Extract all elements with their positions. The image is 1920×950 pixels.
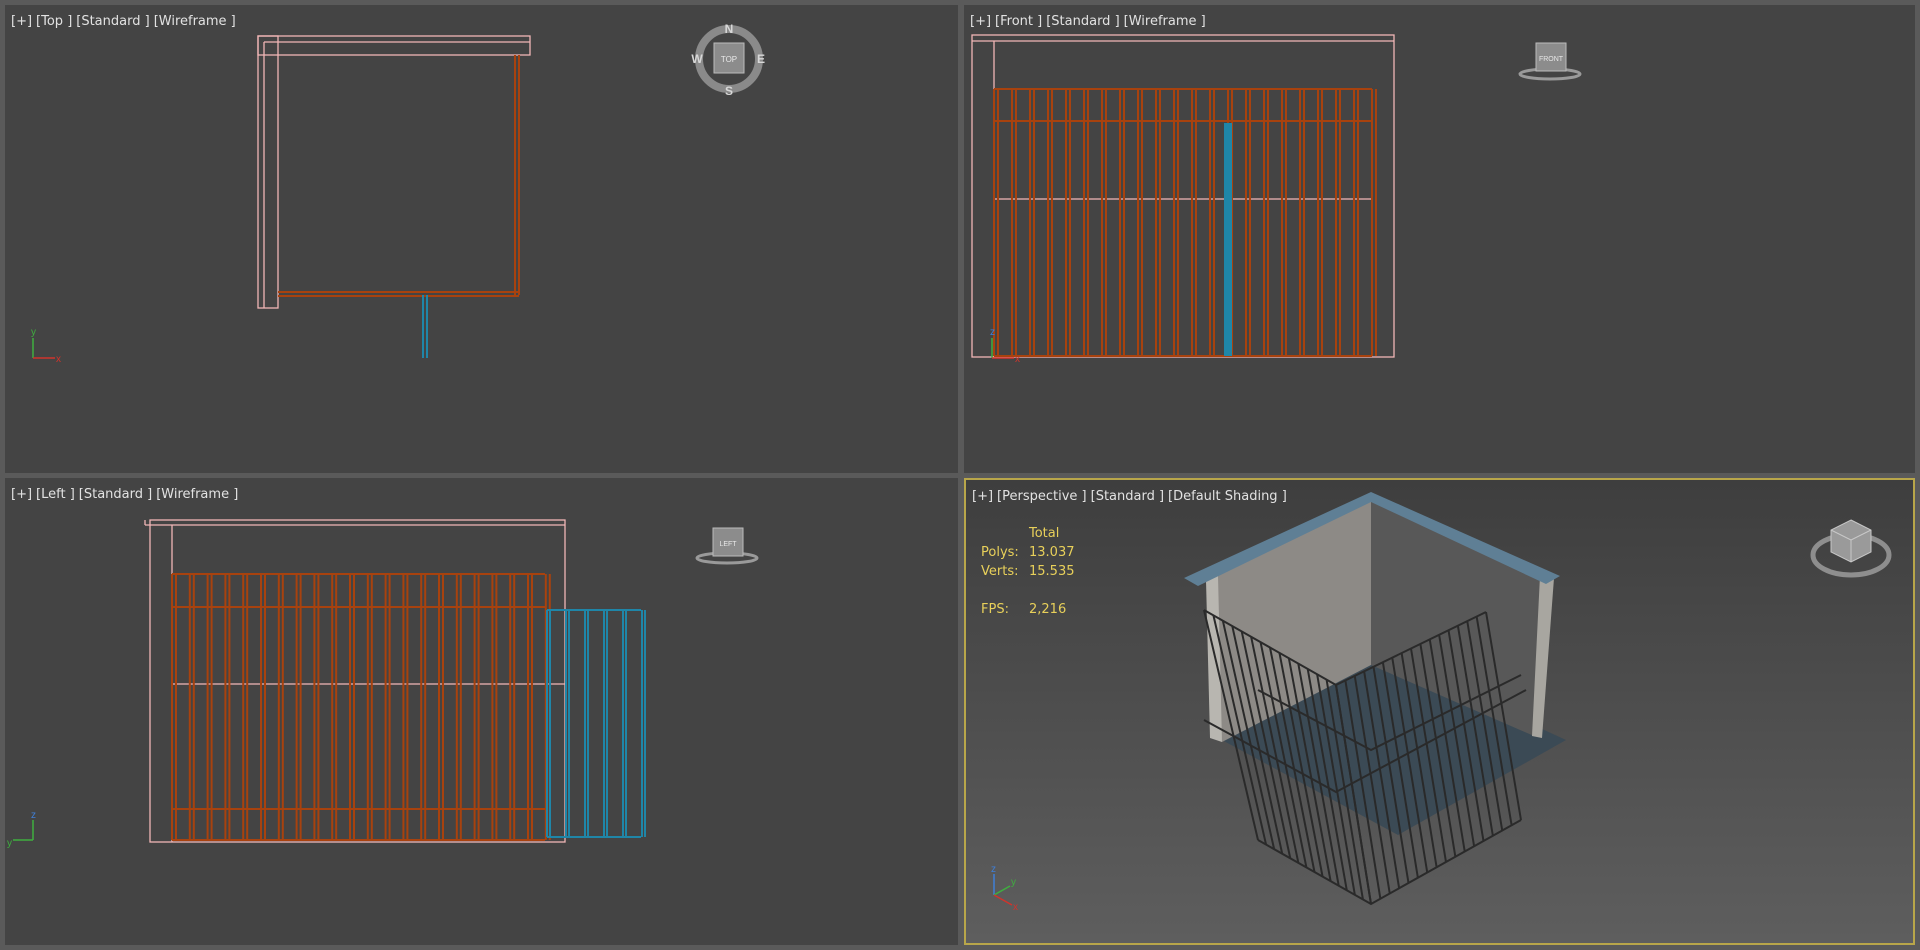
viewport-grid: [+] [Top ] [Standard ] [Wireframe ] TOP … — [0, 0, 1920, 950]
left-view-scene: LEFT z y — [7, 519, 759, 849]
fence-frame-top — [278, 55, 520, 297]
viewport-perspective[interactable]: z y x [+] [Perspective ] [Standard ] [Defau… — [964, 478, 1915, 945]
verts-count: 15.535 — [1029, 564, 1075, 579]
view-cube-front[interactable]: FRONT — [1518, 42, 1582, 81]
gate-left — [546, 609, 646, 838]
fence-frame-left — [171, 573, 551, 841]
axis-y-label: y — [1011, 877, 1016, 888]
view-cube-face-label: LEFT — [719, 541, 737, 548]
wall-wireframe — [971, 34, 1395, 358]
compass-west-label: W — [691, 52, 703, 66]
gate-front — [1224, 123, 1232, 356]
axis-z-label: z — [31, 810, 36, 821]
axis-x-label: x — [56, 354, 61, 365]
view-cube-face-label: FRONT — [1539, 56, 1564, 63]
fps-value: 2,216 — [1029, 602, 1067, 617]
viewport-top[interactable]: [+] [Top ] [Standard ] [Wireframe ] TOP … — [5, 5, 958, 473]
axis-x-label: x — [1015, 354, 1020, 365]
top-view-scene: TOP N S W E y x — [31, 22, 765, 365]
statistics-overlay: Total Polys: 13.037 Verts: 15.535 FPS: 2,21… — [981, 524, 1075, 619]
view-cube-face-label: TOP — [721, 55, 737, 64]
perspective-scene: z y x — [991, 492, 1892, 913]
axis-tripod-top: y x — [31, 327, 61, 365]
viewport-menu-plus[interactable]: [+] — [972, 489, 993, 504]
view-cube-top[interactable]: TOP N S W E — [691, 22, 765, 98]
axis-tripod-perspective: z y x — [991, 864, 1018, 913]
fence-frame-front — [993, 88, 1377, 357]
axis-z-label: z — [990, 327, 995, 338]
front-view-scene: FRONT z x — [971, 34, 1582, 365]
viewport-shading-standard[interactable]: [Standard ] — [1091, 489, 1164, 504]
verts-label: Verts: — [981, 564, 1019, 579]
axis-z-label: z — [991, 864, 996, 875]
view-cube-left[interactable]: LEFT — [695, 527, 759, 565]
polys-label: Polys: — [981, 545, 1019, 560]
compass-north-label: N — [725, 22, 734, 36]
axis-y-label: y — [31, 327, 36, 338]
polys-count: 13.037 — [1029, 545, 1075, 560]
viewport-left[interactable]: [+] [Left ] [Standard ] [Wireframe ] LEF… — [5, 478, 958, 945]
axis-tripod-left: z y — [7, 810, 36, 849]
view-cube-perspective[interactable] — [1810, 519, 1892, 578]
viewport-display-mode[interactable]: [Default Shading ] — [1168, 489, 1287, 504]
viewport-label-perspective[interactable]: [+] [Perspective ] [Standard ] [Default Sha… — [972, 489, 1291, 504]
viewport-point-of-view[interactable]: [Perspective ] — [997, 489, 1087, 504]
axis-y-label: y — [7, 838, 12, 849]
gate-top — [422, 295, 428, 358]
compass-east-label: E — [757, 52, 765, 66]
wall-wireframe — [257, 35, 531, 309]
fps-label: FPS: — [981, 602, 1009, 617]
stats-header: Total — [1029, 526, 1060, 541]
viewport-front[interactable]: [+] [Front ] [Standard ] [Wireframe ] FRONT — [964, 5, 1915, 473]
compass-south-label: S — [725, 84, 733, 98]
axis-x-label: x — [1013, 902, 1018, 913]
